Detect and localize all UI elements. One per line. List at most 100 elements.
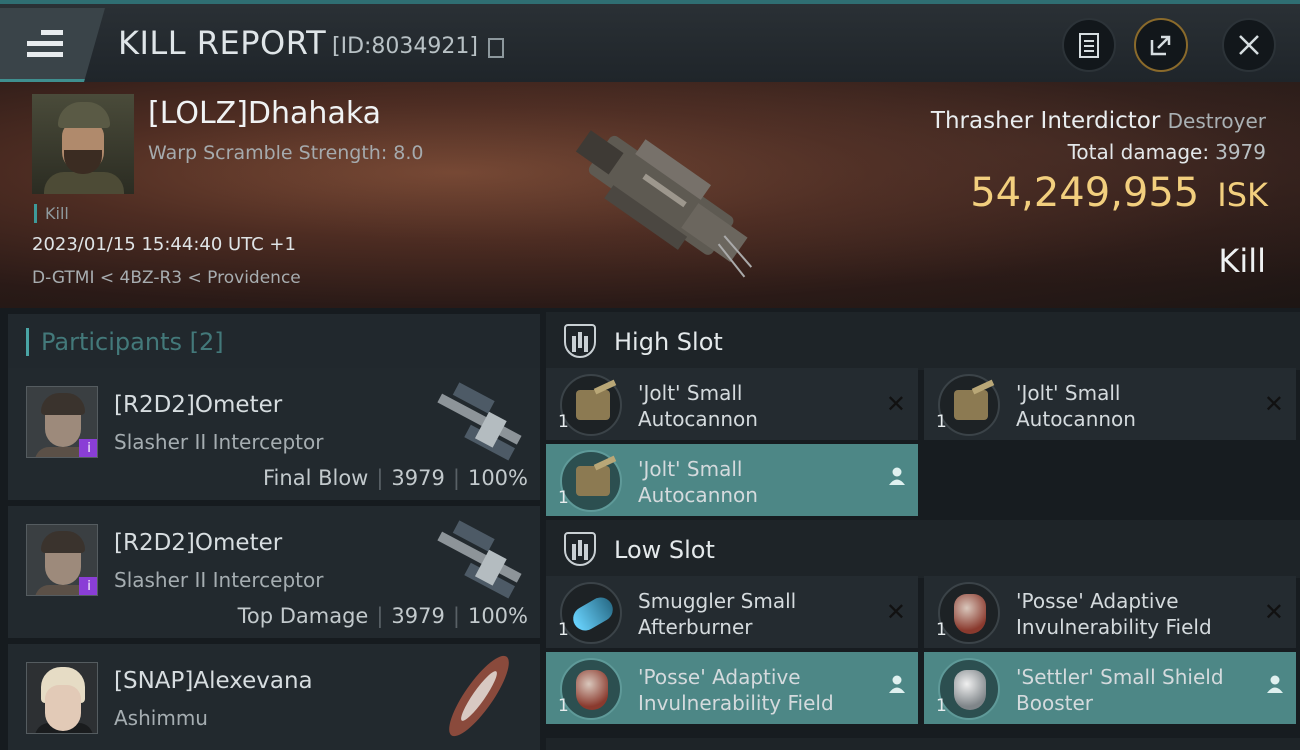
module-slot[interactable]: 1 'Jolt' Small Autocannon bbox=[546, 444, 918, 516]
afterburner-icon bbox=[560, 582, 622, 644]
victim-name[interactable]: [LOLZ]Dhahaka bbox=[148, 96, 381, 131]
page-title: KILL REPORT bbox=[118, 24, 327, 62]
high-slot-header: High Slot bbox=[546, 312, 1300, 370]
shield-module-icon bbox=[560, 658, 622, 720]
module-name: 'Jolt' Small bbox=[1016, 381, 1121, 405]
participant-stats: Final Blow | 3979 | 100% bbox=[263, 466, 528, 490]
module-quantity: 1 bbox=[558, 488, 569, 508]
outcome-label: Kill bbox=[1218, 242, 1266, 280]
isk-value: 54,249,955 ISK bbox=[970, 170, 1268, 216]
module-name-line2: Invulnerability Field bbox=[638, 691, 834, 715]
high-slot-title: High Slot bbox=[614, 328, 723, 356]
destroyed-icon: ✕ bbox=[885, 390, 906, 418]
kill-location[interactable]: D-GTMI < 4BZ-R3 < Providence bbox=[32, 268, 301, 288]
module-name: Smuggler Small bbox=[638, 589, 797, 613]
module-quantity: 1 bbox=[936, 696, 947, 716]
module-name-line2: Autocannon bbox=[638, 407, 758, 431]
module-slot[interactable]: 1 'Posse' Adaptive Invulnerability Field … bbox=[924, 576, 1296, 648]
share-button[interactable] bbox=[1134, 18, 1188, 72]
participants-header: Participants [2] bbox=[8, 314, 540, 368]
victim-panel: [LOLZ]Dhahaka Warp Scramble Strength: 8.… bbox=[0, 82, 1300, 308]
avatar[interactable]: i bbox=[26, 386, 98, 458]
victim-ship-name[interactable]: Thrasher Interdictor Destroyer bbox=[931, 108, 1266, 134]
module-slot[interactable]: 1 'Posse' Adaptive Invulnerability Field bbox=[546, 652, 918, 724]
participants-panel: Participants [2] i [R2D2]Ometer Slasher … bbox=[0, 308, 540, 750]
mid-slot-header-partial bbox=[546, 738, 1300, 750]
module-name: 'Jolt' Small bbox=[638, 381, 743, 405]
destroyed-icon: ✕ bbox=[885, 598, 906, 626]
participant-name: [R2D2]Ometer bbox=[114, 530, 283, 556]
module-name: 'Settler' Small Shield bbox=[1016, 665, 1224, 689]
total-damage-value: 3979 bbox=[1215, 140, 1266, 164]
module-name-line2: Afterburner bbox=[638, 615, 753, 639]
participant-ship: Ashimmu bbox=[114, 706, 208, 730]
participant-damage: 3979 bbox=[391, 466, 445, 490]
avatar[interactable]: i bbox=[26, 524, 98, 596]
victim-portrait[interactable] bbox=[32, 94, 134, 194]
participants-title: Participants bbox=[41, 328, 182, 356]
participant-stats: Top Damage | 3979 | 100% bbox=[237, 604, 528, 628]
low-slot-header: Low Slot bbox=[546, 520, 1300, 578]
module-slot[interactable]: 1 'Jolt' Small Autocannon ✕ bbox=[924, 368, 1296, 440]
shield-booster-icon bbox=[938, 658, 1000, 720]
info-badge: i bbox=[79, 577, 97, 595]
participant-role: Final Blow bbox=[263, 466, 369, 490]
low-slot-icon bbox=[564, 532, 596, 566]
kill-tag: Kill bbox=[34, 204, 69, 223]
total-damage: Total damage: 3979 bbox=[1068, 140, 1266, 164]
participants-count: [2] bbox=[189, 328, 224, 356]
isk-amount: 54,249,955 bbox=[970, 170, 1200, 216]
module-name-line2: Booster bbox=[1016, 691, 1093, 715]
module-slot[interactable]: 1 Smuggler Small Afterburner ✕ bbox=[546, 576, 918, 648]
participant-row[interactable]: i [R2D2]Ometer Slasher II Interceptor Fi… bbox=[8, 368, 540, 500]
module-quantity: 1 bbox=[558, 696, 569, 716]
menu-icon bbox=[27, 30, 63, 63]
participant-percent: 100% bbox=[467, 466, 528, 490]
copy-icon[interactable] bbox=[488, 38, 504, 58]
module-quantity: 1 bbox=[936, 620, 947, 640]
participant-role: Top Damage bbox=[237, 604, 369, 628]
clipboard-icon bbox=[1079, 33, 1099, 58]
isk-unit: ISK bbox=[1217, 176, 1268, 214]
module-quantity: 1 bbox=[558, 412, 569, 432]
autocannon-icon bbox=[938, 374, 1000, 436]
participant-name: [SNAP]Alexevana bbox=[114, 668, 313, 694]
victim-ship-image bbox=[575, 130, 753, 278]
share-icon bbox=[1150, 35, 1171, 56]
participant-ship-image bbox=[437, 382, 522, 461]
shield-module-icon bbox=[938, 582, 1000, 644]
participant-ship: Slasher II Interceptor bbox=[114, 568, 324, 592]
close-button[interactable] bbox=[1222, 18, 1276, 72]
participant-name: [R2D2]Ometer bbox=[114, 392, 283, 418]
ship-class-label: Destroyer bbox=[1167, 109, 1266, 133]
high-slot-icon bbox=[564, 324, 596, 358]
participant-ship-image bbox=[437, 520, 522, 599]
destroyed-icon: ✕ bbox=[1263, 390, 1284, 418]
total-damage-label: Total damage: bbox=[1067, 140, 1210, 164]
ship-type-label: Thrasher Interdictor bbox=[930, 108, 1161, 134]
report-id: [ID:8034921] bbox=[332, 34, 478, 59]
participant-row[interactable]: i [R2D2]Ometer Slasher II Interceptor To… bbox=[8, 506, 540, 638]
autocannon-icon bbox=[560, 450, 622, 512]
menu-button[interactable] bbox=[0, 8, 105, 82]
participant-ship: Slasher II Interceptor bbox=[114, 430, 324, 454]
module-quantity: 1 bbox=[558, 620, 569, 640]
clipboard-button[interactable] bbox=[1062, 18, 1116, 72]
module-name-line2: Autocannon bbox=[638, 483, 758, 507]
module-name-line2: Invulnerability Field bbox=[1016, 615, 1212, 639]
participant-damage: 3979 bbox=[391, 604, 445, 628]
module-name: 'Jolt' Small bbox=[638, 457, 743, 481]
close-icon bbox=[1239, 35, 1259, 55]
top-bar: KILL REPORT [ID:8034921] bbox=[0, 0, 1300, 82]
autocannon-icon bbox=[560, 374, 622, 436]
module-slot[interactable]: 1 'Settler' Small Shield Booster bbox=[924, 652, 1296, 724]
dropped-person-icon bbox=[888, 466, 906, 492]
avatar[interactable] bbox=[26, 662, 98, 734]
kill-timestamp: 2023/01/15 15:44:40 UTC +1 bbox=[32, 234, 296, 255]
module-name: 'Posse' Adaptive bbox=[1016, 589, 1179, 613]
module-slot[interactable]: 1 'Jolt' Small Autocannon ✕ bbox=[546, 368, 918, 440]
participant-row[interactable]: [SNAP]Alexevana Ashimmu bbox=[8, 644, 540, 750]
info-badge: i bbox=[79, 439, 97, 457]
participant-ship-image bbox=[449, 655, 509, 737]
module-quantity: 1 bbox=[936, 412, 947, 432]
